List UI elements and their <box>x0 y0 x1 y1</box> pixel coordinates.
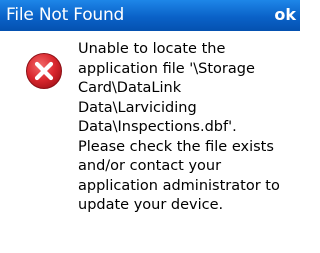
error-message: Unable to locate the application file '\… <box>78 41 280 213</box>
error-x-icon <box>25 52 63 90</box>
title-bar: File Not Found ok <box>0 0 300 31</box>
ok-button[interactable]: ok <box>274 5 296 24</box>
file-not-found-dialog: File Not Found ok Unable to locate the a… <box>0 0 300 253</box>
dialog-body: Unable to locate the application file '\… <box>0 31 300 253</box>
dialog-title: File Not Found <box>6 5 125 25</box>
